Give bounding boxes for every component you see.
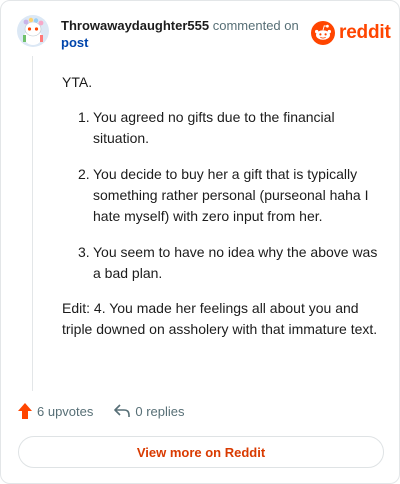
comment-intro: YTA.: [62, 74, 93, 90]
upvote-count: 6 upvotes: [37, 403, 94, 419]
upvote-arrow-icon: [18, 403, 32, 419]
comment-actions: 6 upvotes 0 replies: [18, 401, 185, 421]
comment-header: Throwawaydaughter555 commented on post: [61, 17, 307, 51]
list-item: 3. You seem to have no idea why the abov…: [62, 242, 380, 284]
embed-card: Throwawaydaughter555 commented on post r…: [0, 0, 400, 484]
list-item: 2. You decide to buy her a gift that is …: [62, 164, 380, 227]
reply-count: 0 replies: [135, 403, 185, 419]
reddit-logo[interactable]: reddit: [311, 21, 391, 45]
list-item-text: You agreed no gifts due to the financial…: [93, 109, 335, 146]
list-item-number: 1.: [78, 109, 90, 125]
list-item-text: You decide to buy her a gift that is typ…: [93, 166, 369, 224]
commented-on-label: commented on: [212, 18, 299, 33]
list-item-text: You seem to have no idea why the above w…: [93, 244, 378, 281]
numbered-list: 1. You agreed no gifts due to the financ…: [62, 107, 380, 284]
reply-button[interactable]: 0 replies: [114, 403, 185, 419]
list-item-number: 2.: [78, 166, 90, 182]
author-name[interactable]: Throwawaydaughter555: [61, 18, 209, 33]
post-link[interactable]: post: [61, 35, 88, 50]
list-item: 1. You agreed no gifts due to the financ…: [62, 107, 380, 149]
avatar-snoo-icon: [17, 15, 49, 47]
comment-body: YTA. 1. You agreed no gifts due to the f…: [62, 72, 380, 340]
reply-arrow-icon: [114, 404, 131, 417]
reddit-snoo-icon: [311, 21, 335, 45]
list-item-number: 3.: [78, 244, 90, 260]
view-more-button[interactable]: View more on Reddit: [18, 436, 384, 468]
thread-line: [32, 56, 33, 391]
reddit-wordmark: reddit: [339, 22, 391, 43]
upvote-button[interactable]: 6 upvotes: [18, 403, 93, 419]
avatar[interactable]: [17, 15, 49, 47]
comment-edit: Edit: 4. You made her feelings all about…: [62, 300, 378, 337]
